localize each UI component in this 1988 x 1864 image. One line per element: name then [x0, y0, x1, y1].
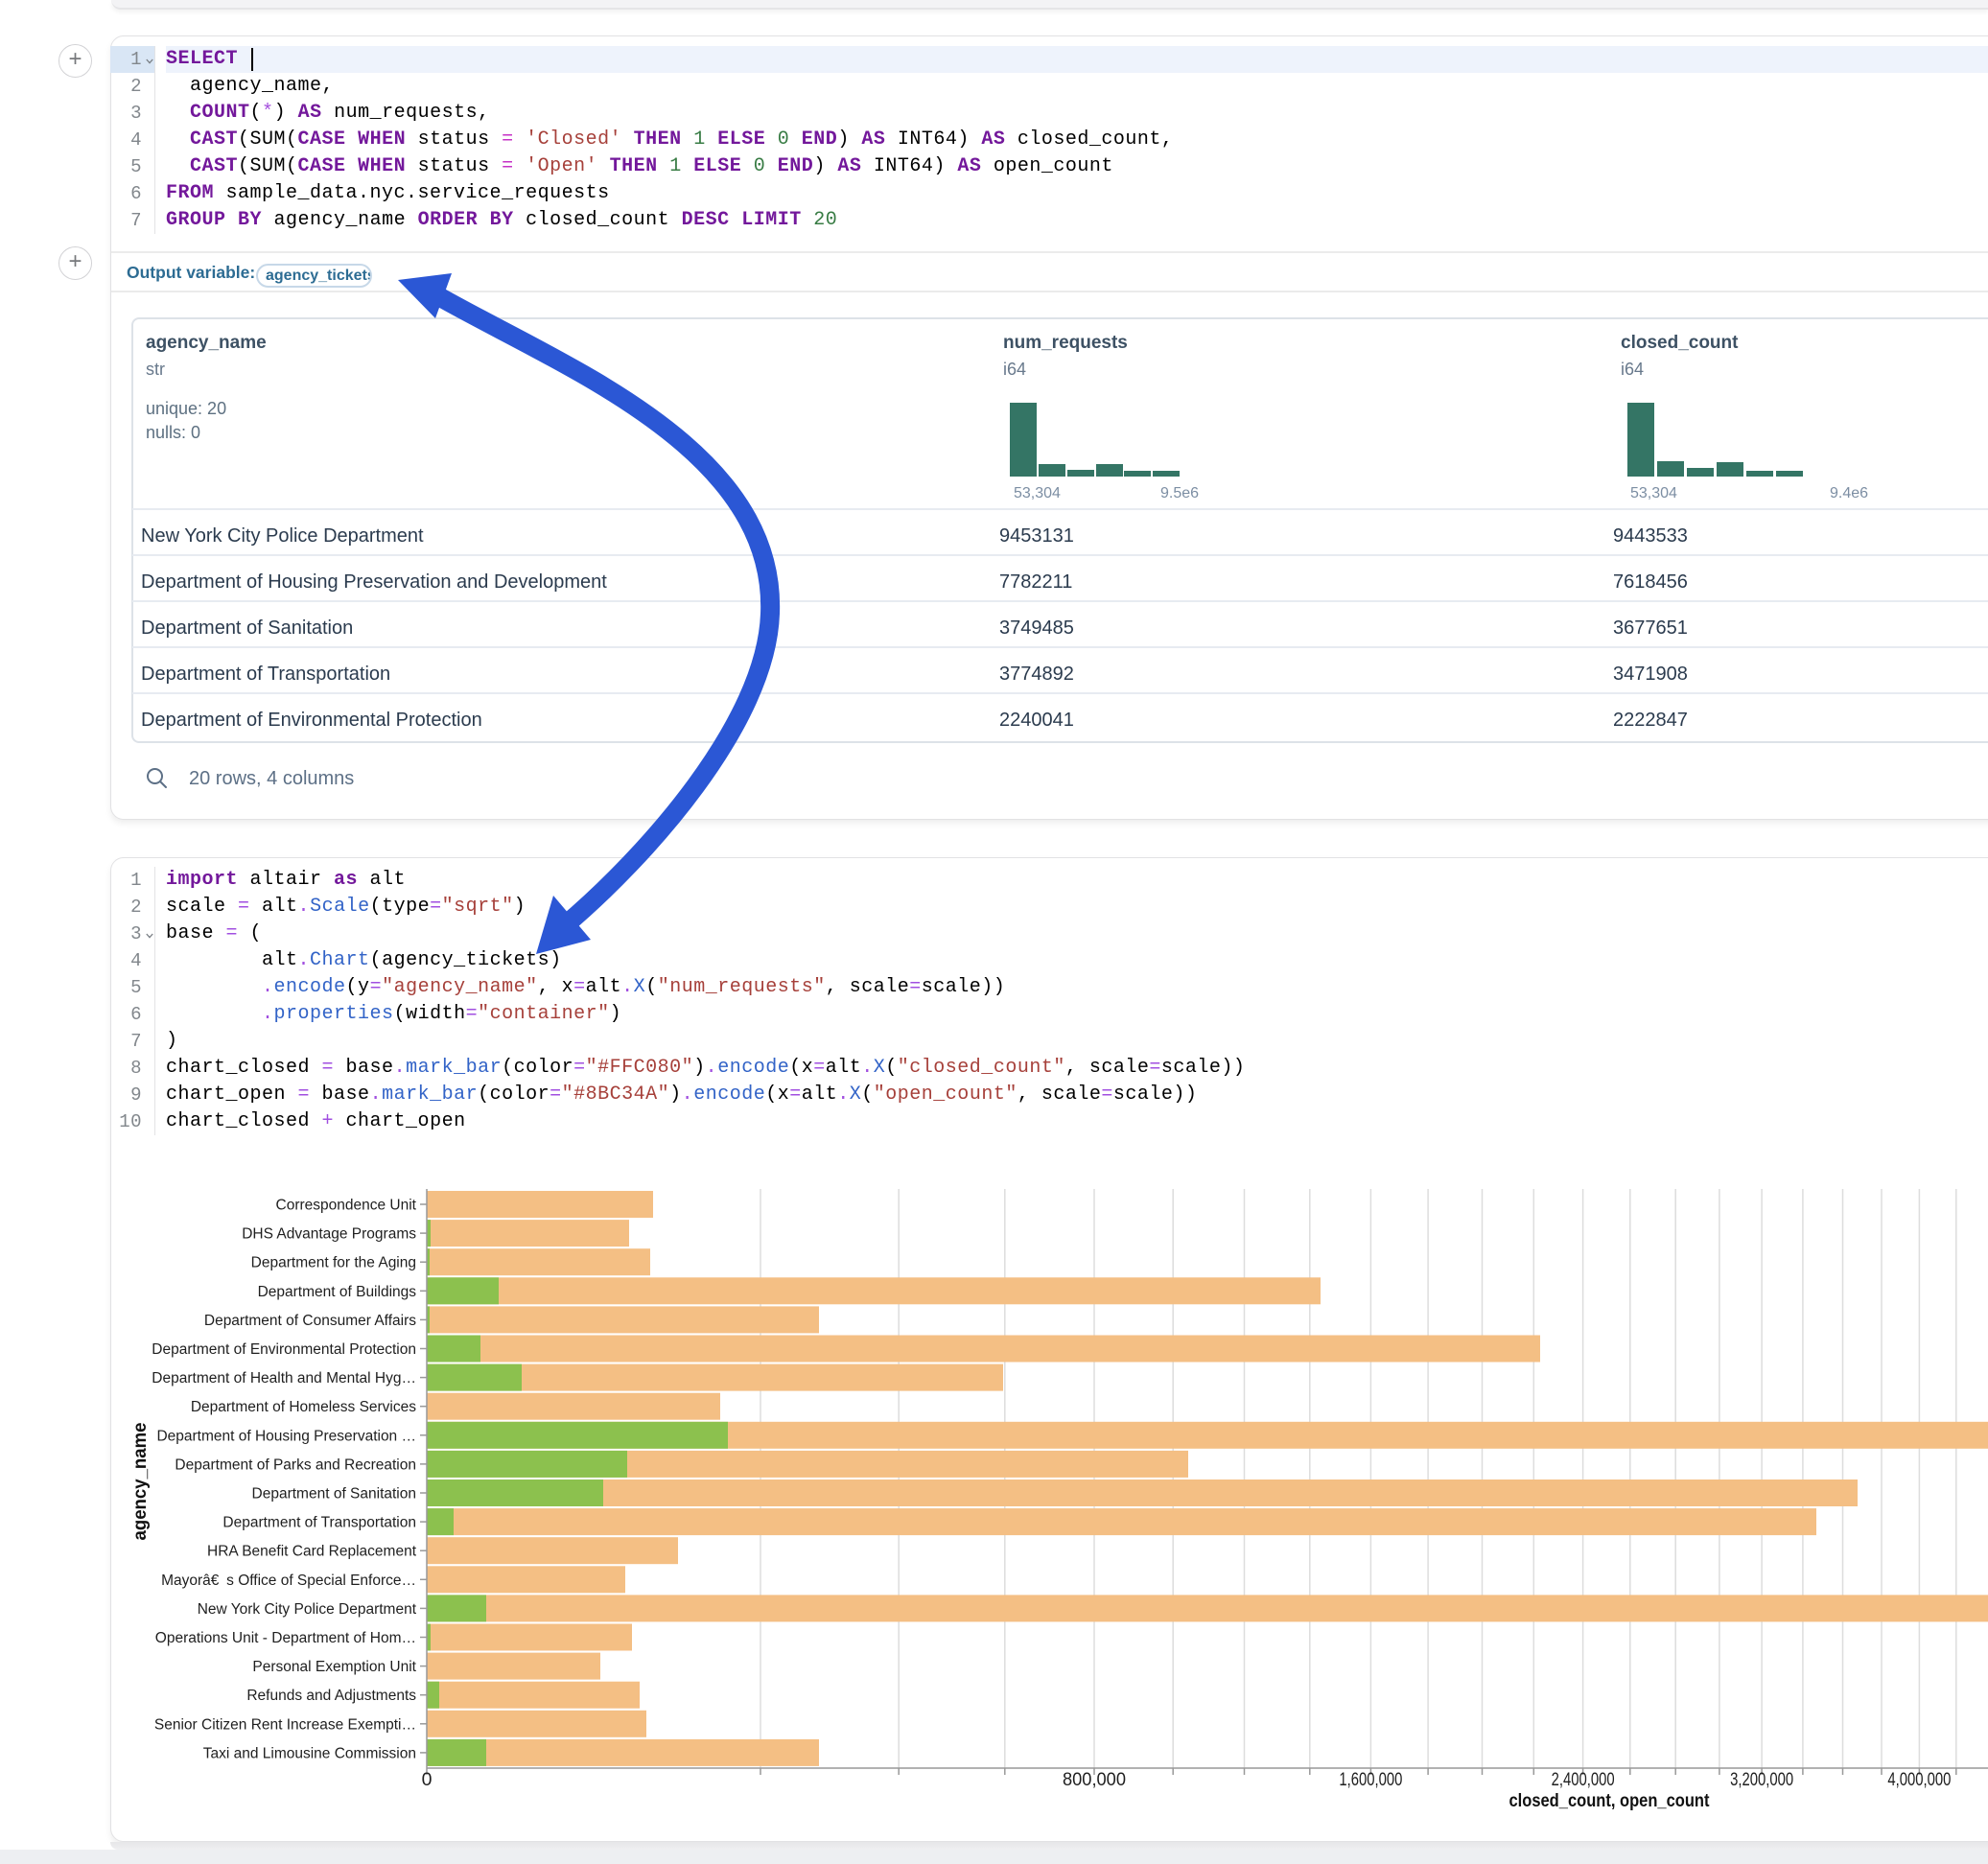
- svg-text:Department of Environmental Pr: Department of Environmental Protection: [152, 1341, 416, 1358]
- svg-text:HRA Benefit Card Replacement: HRA Benefit Card Replacement: [207, 1544, 417, 1560]
- svg-text:2,400,000: 2,400,000: [1552, 1769, 1615, 1790]
- svg-text:Department of Buildings: Department of Buildings: [258, 1284, 417, 1300]
- svg-text:Taxi and Limousine Commission: Taxi and Limousine Commission: [203, 1745, 416, 1761]
- svg-text:agency_name: agency_name: [130, 1423, 151, 1541]
- svg-text:Refunds and Adjustments: Refunds and Adjustments: [246, 1688, 416, 1704]
- svg-text:0: 0: [422, 1769, 433, 1790]
- svg-text:3,200,000: 3,200,000: [1730, 1769, 1793, 1790]
- svg-text:4,000,000: 4,000,000: [1887, 1769, 1951, 1790]
- svg-text:DHS Advantage Programs: DHS Advantage Programs: [242, 1226, 416, 1243]
- svg-text:Department of Consumer Affairs: Department of Consumer Affairs: [204, 1313, 416, 1329]
- svg-text:Department of Health and Menta: Department of Health and Mental Hyg…: [152, 1370, 416, 1386]
- svg-text:Department of Homeless Service: Department of Homeless Services: [191, 1399, 416, 1415]
- svg-text:1,600,000: 1,600,000: [1339, 1769, 1402, 1790]
- svg-text:Senior Citizen Rent Increase E: Senior Citizen Rent Increase Exempti…: [154, 1716, 416, 1733]
- svg-text:Correspondence Unit: Correspondence Unit: [276, 1198, 417, 1214]
- svg-text:closed_count, open_count: closed_count, open_count: [1509, 1791, 1711, 1811]
- svg-text:Department of Parks and Recrea: Department of Parks and Recreation: [175, 1456, 416, 1473]
- svg-text:Department of Sanitation: Department of Sanitation: [252, 1486, 416, 1503]
- svg-text:New York City Police Departmen: New York City Police Department: [198, 1601, 417, 1618]
- svg-text:Department for the Aging: Department for the Aging: [251, 1255, 416, 1271]
- svg-text:Mayorâ€ s Office of Special En: Mayorâ€ s Office of Special Enforce…: [161, 1573, 416, 1589]
- svg-text:Department of Transportation: Department of Transportation: [222, 1515, 416, 1531]
- svg-text:Personal Exemption Unit: Personal Exemption Unit: [252, 1659, 416, 1675]
- svg-text:800,000: 800,000: [1063, 1769, 1126, 1790]
- svg-text:Department of Housing Preserva: Department of Housing Preservation …: [156, 1428, 416, 1444]
- svg-text:Operations Unit - Department o: Operations Unit - Department of Hom…: [155, 1630, 416, 1646]
